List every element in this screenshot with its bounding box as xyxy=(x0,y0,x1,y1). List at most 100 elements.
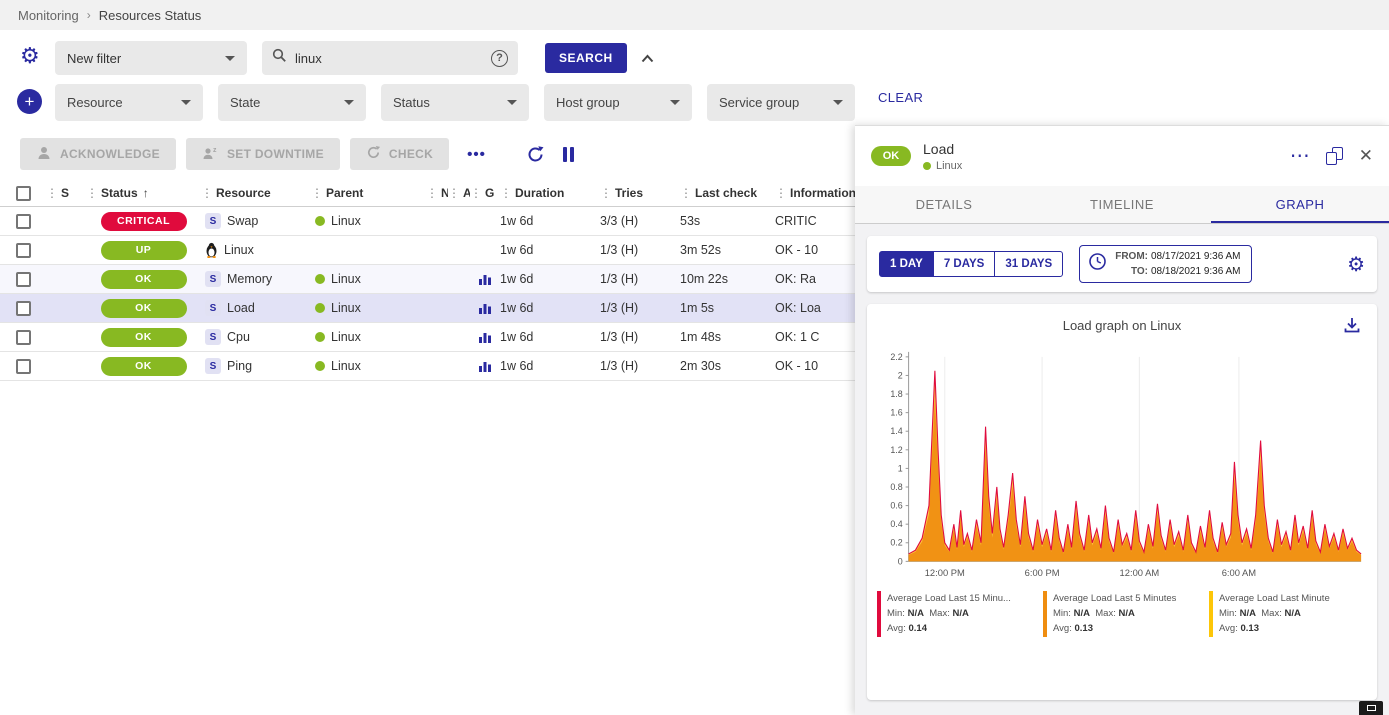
row-checkbox[interactable] xyxy=(16,330,31,345)
breadcrumb-page: Resources Status xyxy=(99,8,202,23)
drag-handle-icon[interactable]: ⋮ xyxy=(680,186,692,200)
service-icon: S xyxy=(205,271,221,287)
panel-more-icon[interactable]: ⋯ xyxy=(1290,151,1310,161)
row-checkbox[interactable] xyxy=(16,301,31,316)
last-check-value: 3m 52s xyxy=(680,243,775,257)
filter-dropdown-state[interactable]: State xyxy=(218,84,366,121)
column-header-last-check[interactable]: ⋮Last check xyxy=(680,186,775,200)
parent-name[interactable]: Linux xyxy=(311,272,426,286)
resource-name[interactable]: SCpu xyxy=(201,329,311,345)
resource-name[interactable]: SSwap xyxy=(201,213,311,229)
filter-dropdown-service-group[interactable]: Service group xyxy=(707,84,855,121)
collapse-filters-chevron-icon[interactable] xyxy=(641,50,654,68)
row-checkbox[interactable] xyxy=(16,243,31,258)
column-header-duration[interactable]: ⋮Duration xyxy=(500,186,600,200)
fullscreen-icon[interactable] xyxy=(1359,701,1383,715)
filter-settings-gear-icon[interactable]: ⚙ xyxy=(20,45,40,67)
panel-status-chip: OK xyxy=(871,146,911,166)
row-checkbox[interactable] xyxy=(16,272,31,287)
graph-cell xyxy=(470,359,500,373)
column-header-a[interactable]: ⋮A xyxy=(448,186,470,200)
drag-handle-icon[interactable]: ⋮ xyxy=(311,186,323,200)
tab-graph[interactable]: GRAPH xyxy=(1211,186,1389,223)
resource-name[interactable]: SLoad xyxy=(201,300,311,316)
svg-text:1.8: 1.8 xyxy=(890,389,902,399)
table-row[interactable]: CRITICALSSwapLinux1w 6d3/3 (H)53sCRITIC xyxy=(0,207,855,236)
filter-dropdown-status[interactable]: Status xyxy=(381,84,529,121)
svg-text:0.2: 0.2 xyxy=(890,538,902,548)
range-button-7-days[interactable]: 7 DAYS xyxy=(933,251,996,277)
column-header-g[interactable]: ⋮G xyxy=(470,186,500,200)
drag-handle-icon[interactable]: ⋮ xyxy=(775,186,787,200)
drag-handle-icon[interactable]: ⋮ xyxy=(426,186,438,200)
parent-name[interactable]: Linux xyxy=(311,301,426,315)
column-header-s[interactable]: ⋮S xyxy=(46,186,86,200)
drag-handle-icon[interactable]: ⋮ xyxy=(86,186,98,200)
filter-dropdown-resource[interactable]: Resource xyxy=(55,84,203,121)
svg-text:2.2: 2.2 xyxy=(890,352,902,362)
drag-handle-icon[interactable]: ⋮ xyxy=(201,186,213,200)
set-downtime-button[interactable]: z SET DOWNTIME xyxy=(186,138,340,170)
drag-handle-icon[interactable]: ⋮ xyxy=(46,186,58,200)
column-header-resource[interactable]: ⋮Resource xyxy=(201,186,311,200)
parent-name[interactable]: Linux xyxy=(311,214,426,228)
check-button[interactable]: CHECK xyxy=(350,138,449,170)
acknowledge-button[interactable]: ACKNOWLEDGE xyxy=(20,138,176,170)
graph-icon[interactable] xyxy=(478,330,492,344)
search-input[interactable] xyxy=(295,51,483,66)
close-panel-icon[interactable]: ✕ xyxy=(1359,146,1373,166)
refresh-icon[interactable] xyxy=(526,145,545,164)
table-row[interactable]: OKSPingLinux1w 6d1/3 (H)2m 30sOK - 10 xyxy=(0,352,855,381)
drag-handle-icon[interactable]: ⋮ xyxy=(470,186,482,200)
resource-name[interactable]: SPing xyxy=(201,358,311,374)
filter-dropdown-host-group[interactable]: Host group xyxy=(544,84,692,121)
range-button-1-day[interactable]: 1 DAY xyxy=(879,251,934,277)
legend-item[interactable]: Average Load Last 5 MinutesMin: N/A Max:… xyxy=(1043,591,1201,637)
legend-item[interactable]: Average Load Last MinuteMin: N/A Max: N/… xyxy=(1209,591,1367,637)
breadcrumb-section[interactable]: Monitoring xyxy=(18,8,79,23)
pause-icon[interactable] xyxy=(563,147,574,162)
drag-handle-icon[interactable]: ⋮ xyxy=(500,186,512,200)
load-chart[interactable]: 12:00 PM6:00 PM12:00 AM6:00 AM00.20.40.6… xyxy=(875,345,1369,587)
duration-value: 1w 6d xyxy=(500,301,600,315)
copy-link-icon[interactable] xyxy=(1326,147,1343,165)
search-button[interactable]: SEARCH xyxy=(545,43,627,73)
column-header-information[interactable]: ⋮Information xyxy=(775,186,855,200)
parent-name[interactable]: Linux xyxy=(311,330,426,344)
tries-value: 3/3 (H) xyxy=(600,214,680,228)
legend-avg: Avg: 0.13 xyxy=(1219,621,1330,636)
column-header-n[interactable]: ⋮N xyxy=(426,186,448,200)
row-checkbox[interactable] xyxy=(16,214,31,229)
graph-icon[interactable] xyxy=(478,359,492,373)
add-criteria-button[interactable]: + xyxy=(17,89,42,114)
legend-item[interactable]: Average Load Last 15 Minu...Min: N/A Max… xyxy=(877,591,1035,637)
graph-icon[interactable] xyxy=(478,272,492,286)
select-all-checkbox[interactable] xyxy=(16,186,31,201)
column-header-status[interactable]: ⋮Status↑ xyxy=(86,186,201,200)
table-row[interactable]: OKSLoadLinux1w 6d1/3 (H)1m 5sOK: Loa xyxy=(0,294,855,323)
drag-handle-icon[interactable]: ⋮ xyxy=(600,186,612,200)
table-row[interactable]: OKSMemoryLinux1w 6d1/3 (H)10m 22sOK: Ra xyxy=(0,265,855,294)
resource-name[interactable]: Linux xyxy=(201,242,311,258)
tab-timeline[interactable]: TIMELINE xyxy=(1033,186,1211,223)
date-range-picker[interactable]: FROM:08/17/2021 9:36 AM TO:08/18/2021 9:… xyxy=(1079,245,1251,283)
column-header-parent[interactable]: ⋮Parent xyxy=(311,186,426,200)
svg-text:12:00 PM: 12:00 PM xyxy=(925,568,965,578)
saved-filter-dropdown[interactable]: New filter xyxy=(55,41,247,75)
resource-name[interactable]: SMemory xyxy=(201,271,311,287)
graph-icon[interactable] xyxy=(478,301,492,315)
clear-filters-link[interactable]: CLEAR xyxy=(878,90,923,105)
more-actions-icon[interactable]: ••• xyxy=(459,146,494,163)
tab-details[interactable]: DETAILS xyxy=(855,186,1033,223)
downtime-icon: z xyxy=(202,145,219,164)
drag-handle-icon[interactable]: ⋮ xyxy=(448,186,460,200)
graph-settings-gear-icon[interactable]: ⚙ xyxy=(1347,252,1365,277)
search-help-icon[interactable]: ? xyxy=(491,50,508,67)
table-row[interactable]: UPLinux1w 6d1/3 (H)3m 52sOK - 10 xyxy=(0,236,855,265)
range-button-31-days[interactable]: 31 DAYS xyxy=(994,251,1063,277)
table-row[interactable]: OKSCpuLinux1w 6d1/3 (H)1m 48sOK: 1 C xyxy=(0,323,855,352)
export-graph-icon[interactable] xyxy=(1343,316,1361,339)
column-header-tries[interactable]: ⋮Tries xyxy=(600,186,680,200)
row-checkbox[interactable] xyxy=(16,359,31,374)
parent-name[interactable]: Linux xyxy=(311,359,426,373)
